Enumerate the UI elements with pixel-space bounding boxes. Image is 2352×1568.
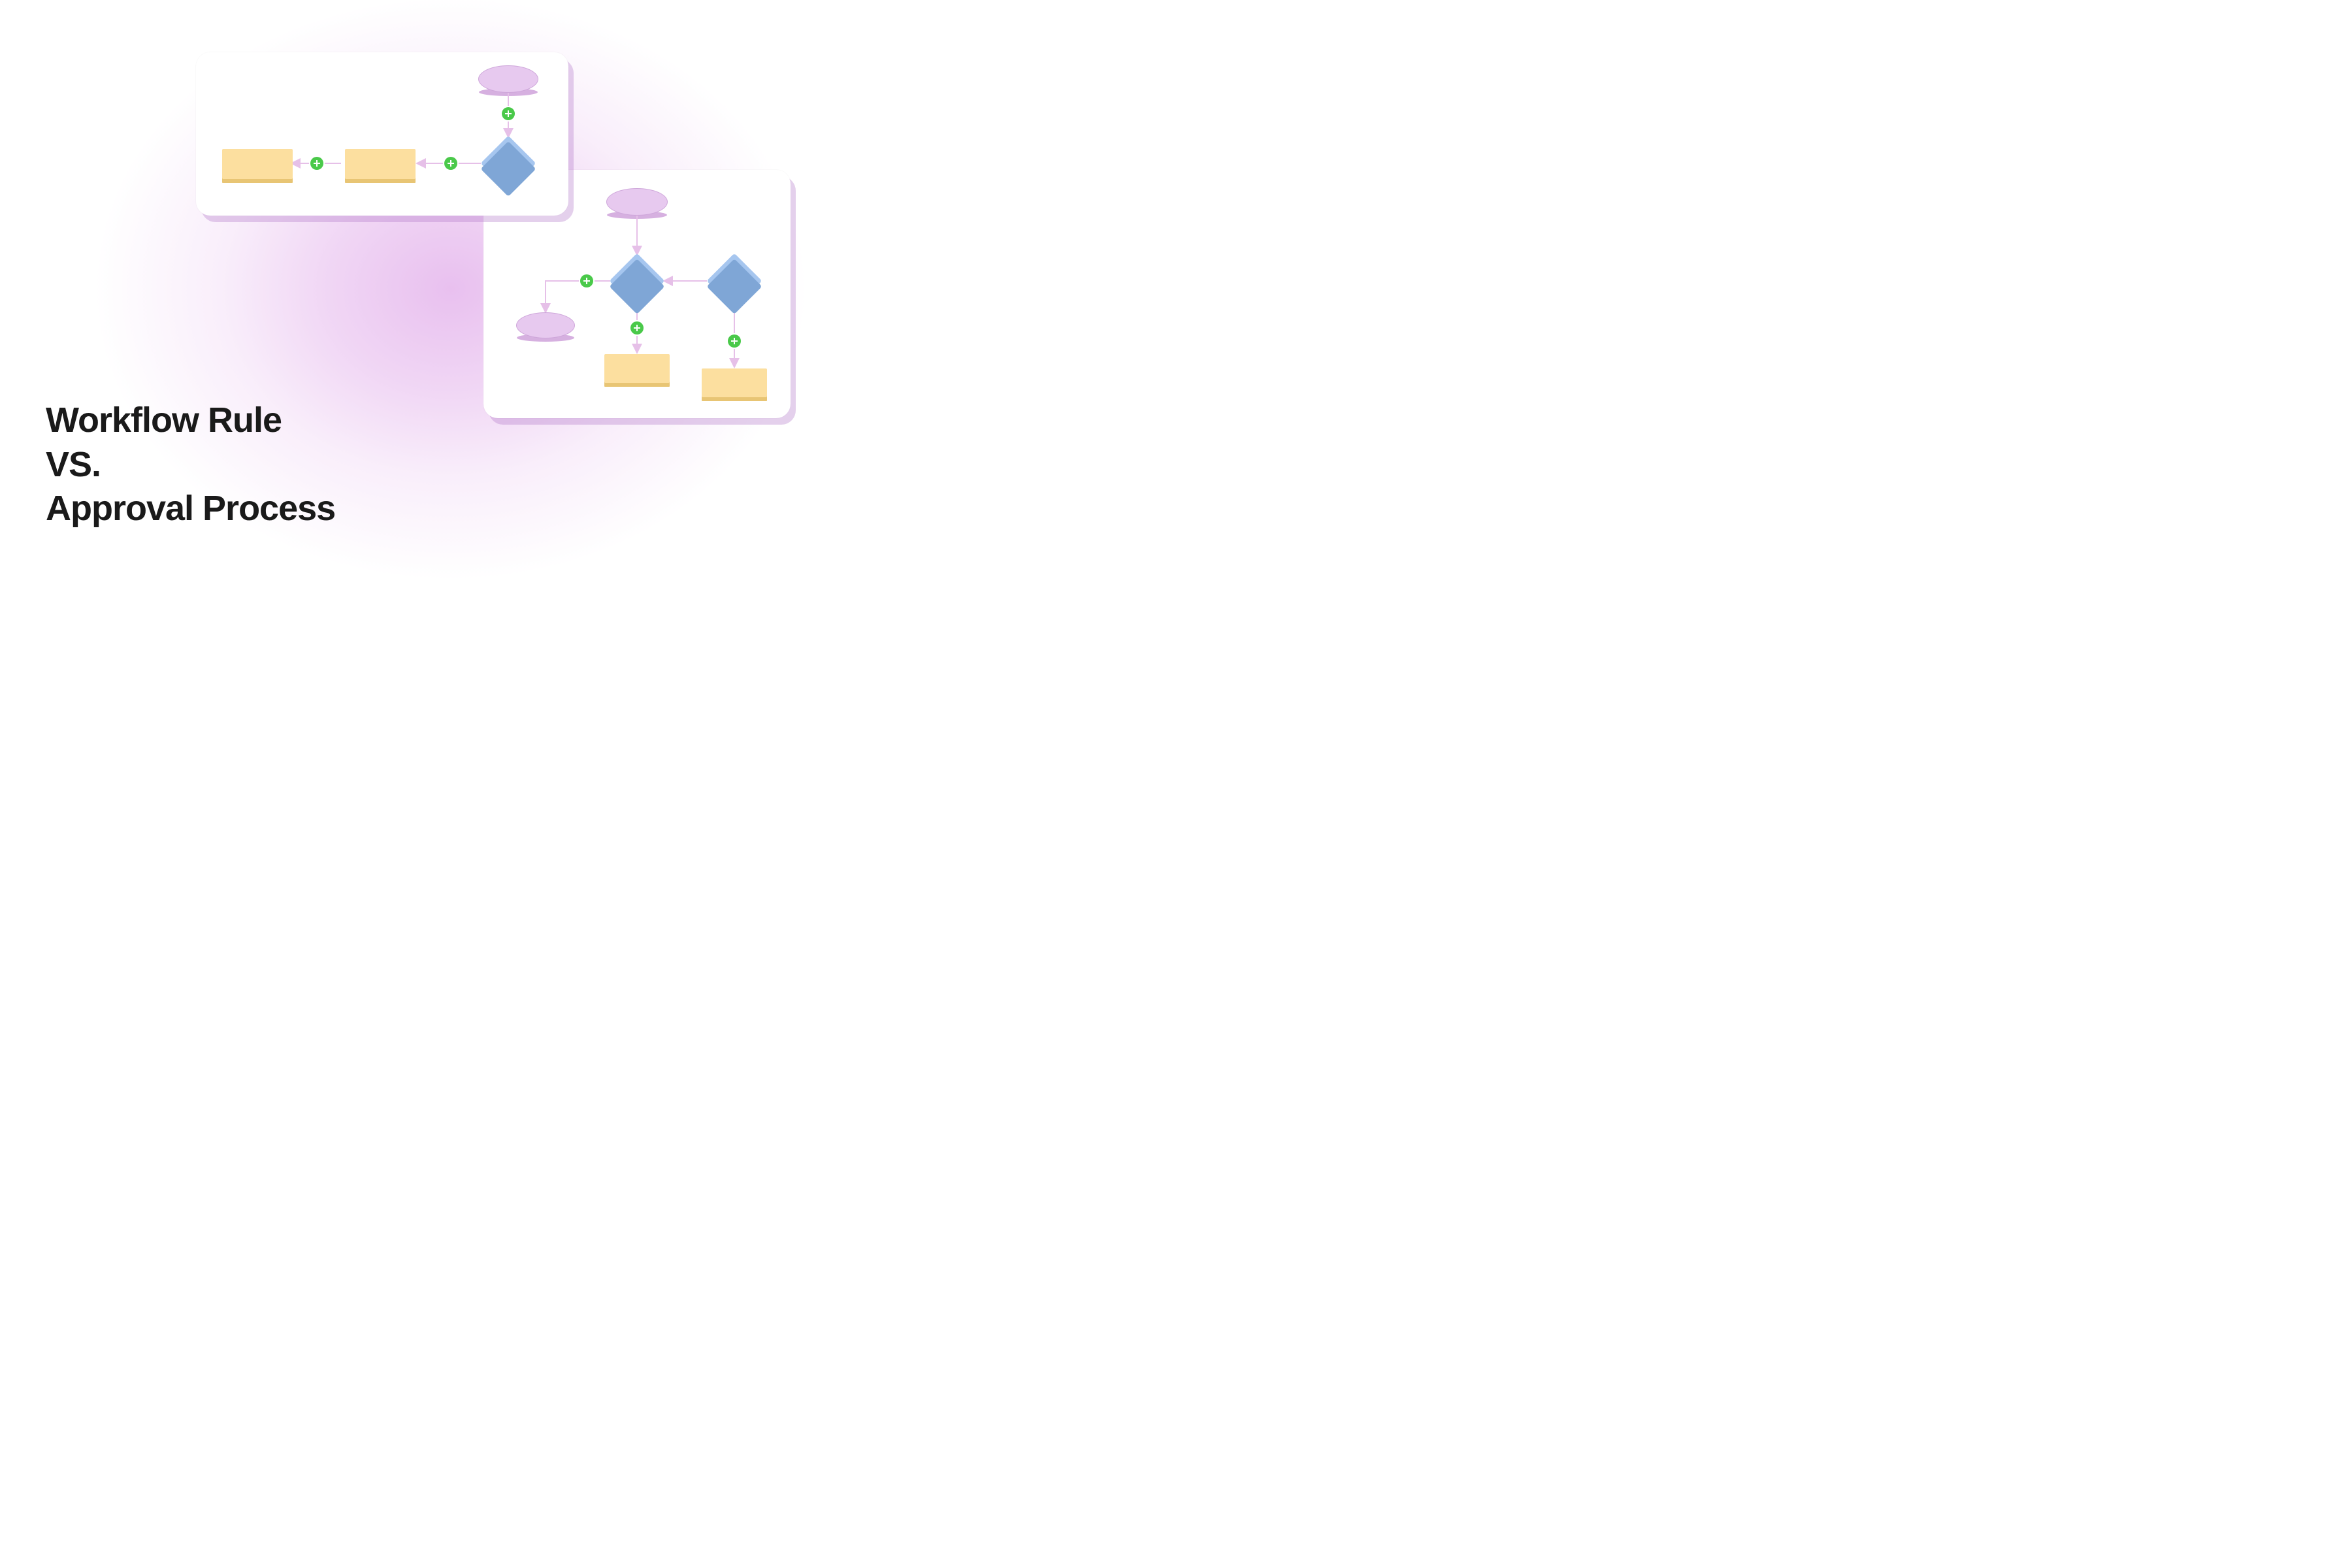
title-line-1: Workflow Rule — [46, 399, 335, 443]
workflow-rule-card — [196, 52, 568, 216]
title-line-2: VS. — [46, 443, 335, 487]
start-ellipse-icon — [478, 65, 538, 93]
process-rect-icon — [604, 354, 670, 383]
process-rect-icon — [222, 149, 293, 179]
page-title: Workflow Rule VS. Approval Process — [46, 399, 335, 531]
process-rect-icon — [345, 149, 416, 179]
add-step-icon — [502, 107, 515, 120]
add-step-icon — [444, 157, 457, 170]
start-ellipse-icon — [606, 188, 668, 216]
decision-diamond-icon — [489, 144, 528, 183]
add-step-icon — [630, 321, 644, 335]
add-step-icon — [310, 157, 323, 170]
add-step-icon — [580, 274, 593, 287]
process-rect-icon — [702, 368, 767, 397]
decision-diamond-icon — [617, 261, 657, 301]
end-ellipse-icon — [516, 312, 575, 338]
decision-diamond-icon — [715, 261, 754, 301]
add-step-icon — [728, 335, 741, 348]
title-line-3: Approval Process — [46, 487, 335, 531]
